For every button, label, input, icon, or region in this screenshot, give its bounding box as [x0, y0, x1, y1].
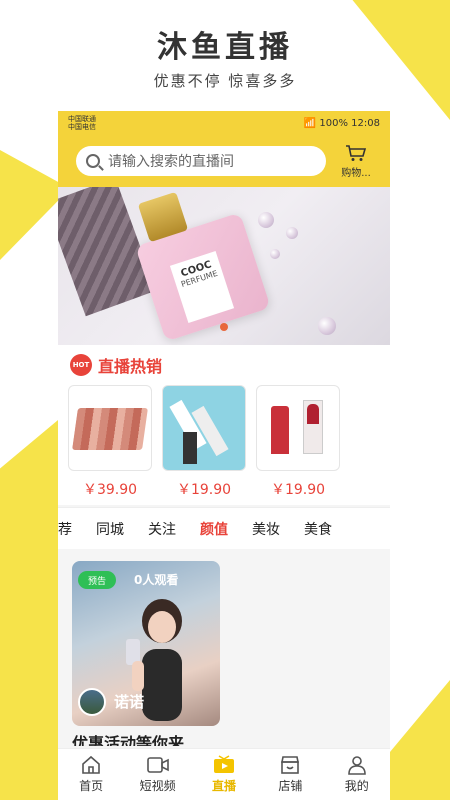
- product-list: ￥39.90 ￥19.90 ￥19.90: [58, 377, 390, 499]
- home-icon: [82, 755, 100, 774]
- banner[interactable]: COOC PERFUME: [58, 187, 390, 345]
- pearl: [270, 249, 280, 259]
- carrier-info: 中国联通 中国电信: [68, 115, 96, 131]
- shop-icon: [281, 756, 300, 774]
- nav-live-label: 直播: [211, 779, 236, 793]
- live-card[interactable]: 预告 0人观看 诺诺: [72, 561, 220, 726]
- cart-button[interactable]: 购物...: [332, 144, 380, 179]
- search-input[interactable]: 请输入搜索的直播间: [76, 146, 326, 176]
- phone-screen: 中国联通 中国电信 📶 100% 12:08 请输入搜索的直播间 购物... C: [58, 111, 390, 800]
- promo-subtitle: 优惠不停 惊喜多多: [153, 72, 297, 90]
- cart-label: 购物...: [341, 167, 371, 179]
- nav-live[interactable]: 直播: [194, 755, 254, 794]
- nav-shop-label: 店铺: [278, 779, 303, 793]
- fire-icon: HOT: [70, 354, 92, 376]
- tab-food[interactable]: 美食: [292, 519, 344, 539]
- streamer-name: 诺诺: [114, 693, 145, 711]
- live-icon: [213, 755, 234, 773]
- nav-home-label: 首页: [79, 779, 104, 793]
- hot-sales-header: HOT 直播热销: [58, 353, 390, 377]
- search-placeholder: 请输入搜索的直播间: [108, 154, 234, 170]
- carrier-2: 中国电信: [68, 123, 96, 131]
- status-bar: 中国联通 中国电信 📶 100% 12:08: [58, 111, 390, 135]
- product-image-lipstick: [256, 385, 340, 471]
- nav-video[interactable]: 短视频: [128, 755, 188, 794]
- category-tabs: 荐 同城 关注 颜值 美妆 美食: [58, 507, 390, 549]
- tab-beauty[interactable]: 颜值: [188, 519, 240, 539]
- search-icon: [86, 154, 100, 168]
- product-item[interactable]: ￥39.90: [68, 385, 152, 499]
- nav-video-label: 短视频: [139, 779, 176, 793]
- product-item[interactable]: ￥19.90: [162, 385, 246, 499]
- tab-makeup[interactable]: 美妆: [240, 519, 292, 539]
- nav-profile-label: 我的: [344, 779, 369, 793]
- battery-level: 100%: [319, 117, 348, 129]
- video-icon: [146, 757, 169, 773]
- nav-shop[interactable]: 店铺: [260, 755, 320, 794]
- product-price: ￥19.90: [270, 482, 326, 498]
- pearl: [318, 317, 336, 335]
- product-price: ￥19.90: [176, 482, 232, 498]
- bottom-nav: 首页 短视频 直播 店铺 我的: [58, 748, 390, 800]
- preview-badge: 预告: [78, 571, 117, 589]
- pearl: [258, 212, 274, 228]
- viewer-count: 0人观看: [134, 573, 179, 587]
- user-icon: [347, 756, 366, 775]
- promo-title: 沐鱼直播: [157, 30, 293, 65]
- tab-nearby[interactable]: 同城: [84, 519, 136, 539]
- banner-indicator: [220, 323, 228, 331]
- pearl: [286, 227, 298, 239]
- signal-icon: 📶: [303, 117, 317, 129]
- cart-icon: [346, 144, 367, 161]
- status-right: 📶 100% 12:08: [304, 118, 380, 129]
- product-price: ￥39.90: [82, 482, 138, 498]
- product-item[interactable]: ￥19.90: [256, 385, 340, 499]
- search-bar: 请输入搜索的直播间 购物...: [58, 135, 390, 187]
- nav-home[interactable]: 首页: [61, 755, 121, 794]
- tab-follow[interactable]: 关注: [136, 519, 188, 539]
- nav-profile[interactable]: 我的: [327, 755, 387, 794]
- tab-recommend[interactable]: 荐: [58, 519, 84, 539]
- hot-sales-section: HOT 直播热销 ￥39.90 ￥19.90 ￥19.90: [58, 345, 390, 505]
- product-image-palette: [68, 385, 152, 471]
- clock: 12:08: [351, 117, 380, 129]
- card-caption: 优惠活动等你来: [72, 734, 185, 746]
- carrier-1: 中国联通: [68, 115, 96, 123]
- avatar: [78, 688, 106, 716]
- live-feed: 预告 0人观看 诺诺 优惠活动等你来: [58, 549, 390, 769]
- hot-sales-title: 直播热销: [98, 357, 163, 376]
- product-image-skincare: [162, 385, 246, 471]
